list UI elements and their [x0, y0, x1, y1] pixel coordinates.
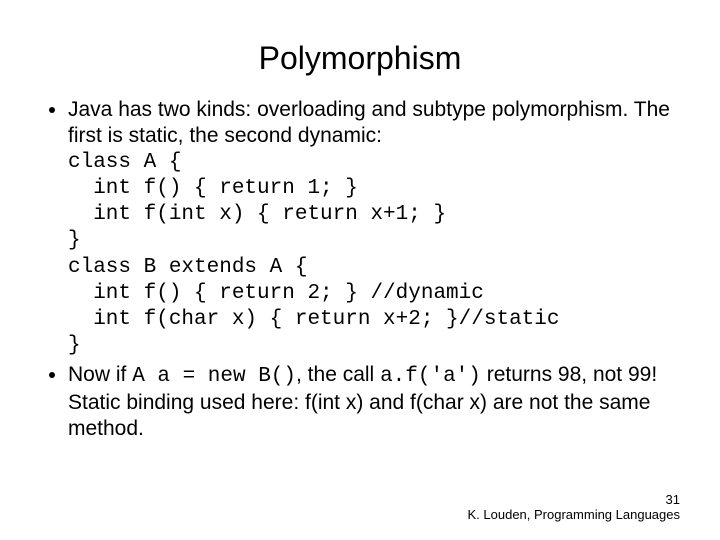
bullet-2-mid1: , the call	[296, 363, 380, 386]
inline-code-2: a.f('a')	[380, 365, 481, 388]
inline-code-1: A a = new B()	[132, 365, 296, 388]
bullet-1-intro: Java has two kinds: overloading and subt…	[68, 98, 670, 147]
slide-title: Polymorphism	[40, 40, 680, 77]
slide-body: Java has two kinds: overloading and subt…	[40, 97, 680, 442]
bullet-2-prefix: Now if	[68, 363, 132, 386]
slide-footer: 31 K. Louden, Programming Languages	[468, 493, 680, 522]
slide: Polymorphism Java has two kinds: overloa…	[0, 0, 720, 540]
page-number: 31	[468, 493, 680, 507]
bullet-1: Java has two kinds: overloading and subt…	[68, 97, 680, 360]
bullet-2: Now if A a = new B(), the call a.f('a') …	[68, 362, 680, 443]
footer-author: K. Louden, Programming Languages	[468, 508, 680, 522]
code-block: class A { int f() { return 1; } int f(in…	[68, 150, 680, 360]
